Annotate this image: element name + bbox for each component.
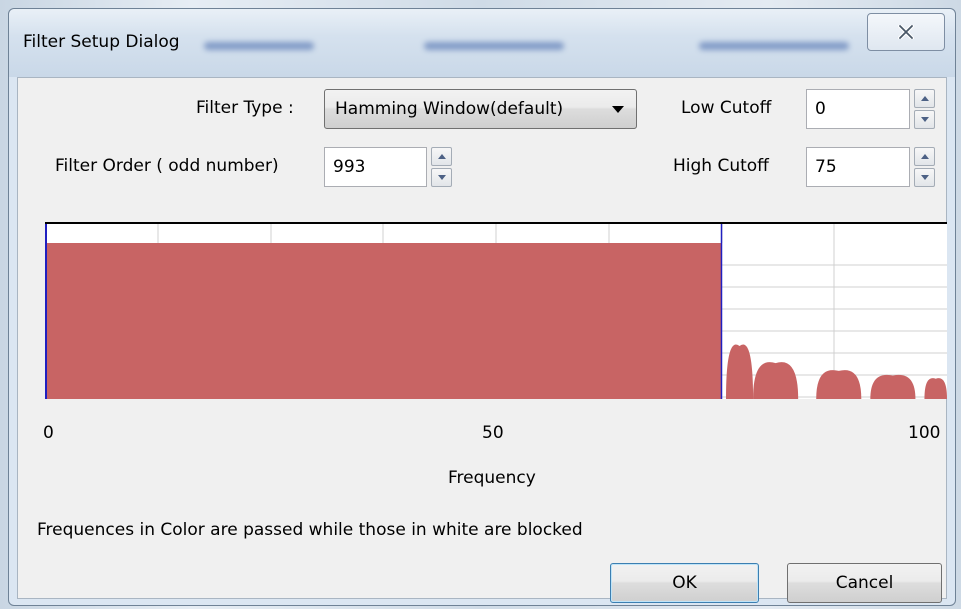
filter-order-label: Filter Order ( odd number) [55, 156, 279, 176]
stopband-lobe [870, 374, 916, 399]
high-cutoff-increment-button[interactable] [914, 147, 935, 166]
filter-order-increment-button[interactable] [431, 147, 452, 166]
spin-down-icon [920, 175, 929, 180]
spin-down-icon [920, 117, 929, 122]
x-tick-label: 100 [908, 423, 941, 443]
spin-up-icon [437, 154, 446, 159]
x-tick-label: 50 [482, 423, 504, 443]
stopband-lobe [753, 362, 799, 399]
spin-up-icon [920, 96, 929, 101]
x-axis-label: Frequency [448, 468, 536, 488]
filter-type-select[interactable]: Hamming Window(default) [324, 89, 637, 129]
background-blur [699, 42, 849, 50]
background-blur [204, 42, 314, 50]
filter-setup-dialog: Filter Setup Dialog Filter Type : Hammin… [8, 8, 956, 606]
title-bar[interactable]: Filter Setup Dialog [9, 9, 955, 77]
high-cutoff-input[interactable]: 75 [806, 147, 910, 187]
frequency-response-plot [45, 224, 947, 399]
high-cutoff-spinner[interactable] [914, 147, 935, 187]
close-button[interactable] [867, 13, 945, 51]
stopband-lobe [816, 370, 862, 399]
stopband-lobe [726, 344, 754, 399]
low-cutoff-label: Low Cutoff [681, 98, 772, 118]
low-cutoff-decrement-button[interactable] [914, 110, 935, 129]
ok-button[interactable]: OK [610, 563, 759, 603]
passband-area [45, 243, 722, 399]
low-cutoff-input[interactable]: 0 [806, 89, 910, 129]
filter-order-spinner[interactable] [431, 147, 452, 187]
help-text: Frequences in Color are passed while tho… [37, 520, 583, 540]
high-cutoff-label: High Cutoff [673, 156, 769, 176]
dialog-body: Filter Type : Hamming Window(default) Lo… [17, 77, 947, 603]
stopband-lobe [924, 378, 947, 399]
dialog-title: Filter Setup Dialog [23, 32, 180, 52]
frequency-response-chart [45, 222, 947, 399]
filter-order-decrement-button[interactable] [431, 168, 452, 187]
x-tick-label: 0 [43, 423, 54, 443]
filter-order-input[interactable]: 993 [324, 147, 427, 187]
chevron-down-icon [612, 106, 624, 113]
filter-type-label: Filter Type : [196, 98, 294, 118]
low-cutoff-increment-button[interactable] [914, 89, 935, 108]
filter-type-value: Hamming Window(default) [335, 99, 564, 119]
close-icon [898, 25, 914, 39]
spin-up-icon [920, 154, 929, 159]
cancel-button[interactable]: Cancel [787, 563, 942, 603]
background-blur [424, 42, 564, 50]
spin-down-icon [437, 175, 446, 180]
low-cutoff-spinner[interactable] [914, 89, 935, 129]
high-cutoff-decrement-button[interactable] [914, 168, 935, 187]
